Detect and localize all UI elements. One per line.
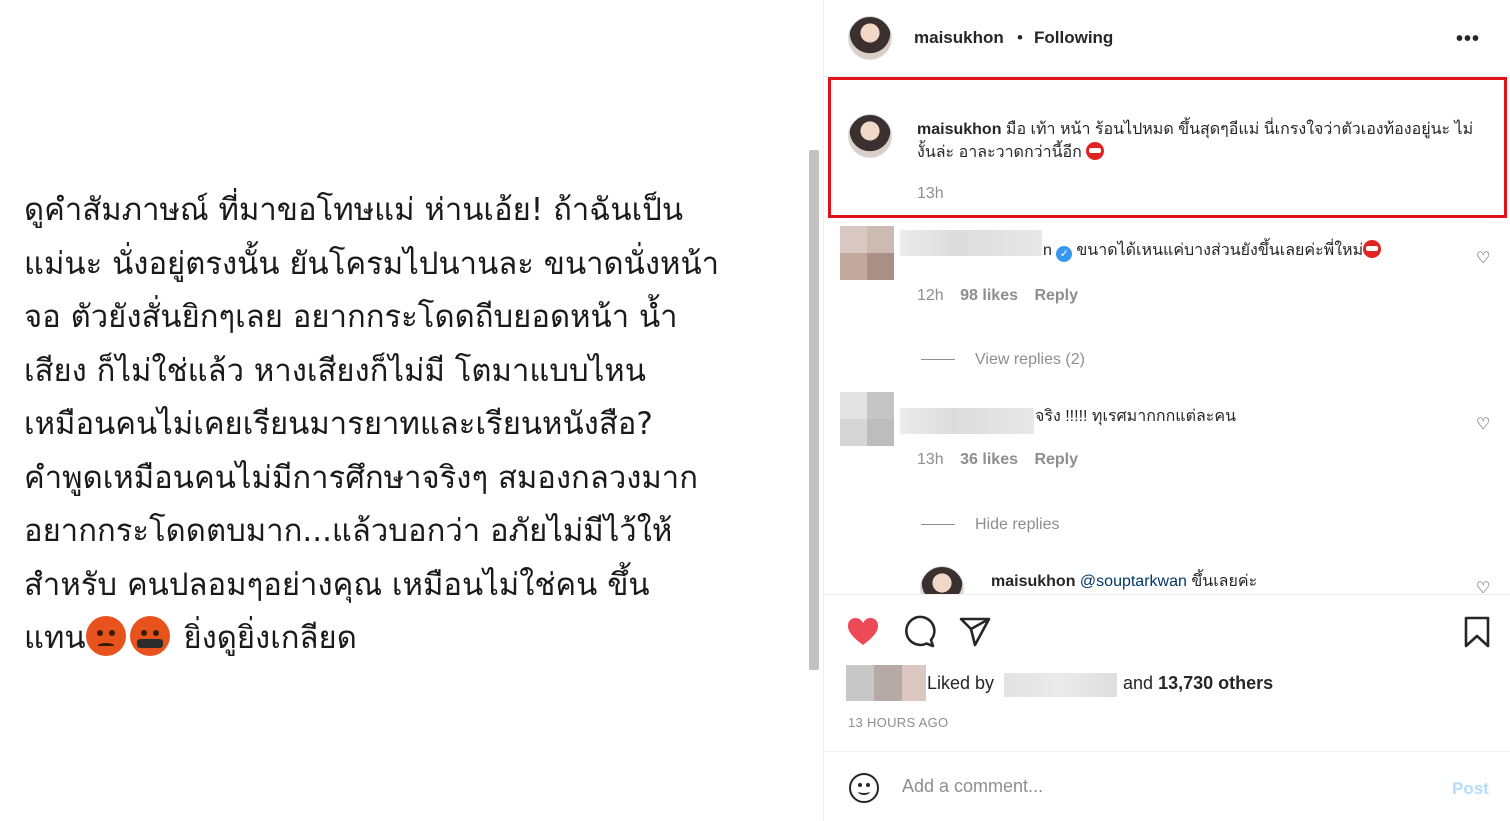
view-replies-label[interactable]: View replies (2) [975,351,1085,368]
comment-meta: 12h 98 likes Reply [917,287,1090,305]
emoji-picker-icon[interactable] [849,773,879,803]
comment-likes[interactable]: 98 likes [960,287,1018,304]
reply-body: ขึ้นเลยค่ะ [1186,573,1258,590]
reply-button[interactable]: Reply [1034,287,1078,304]
reply-button[interactable]: Reply [1034,451,1078,468]
following-button[interactable]: Following [1034,28,1113,48]
comment-avatar-blurred[interactable] [840,392,894,446]
reply-username[interactable]: maisukhon [991,573,1075,590]
add-comment-bar: Post [824,752,1510,821]
caption-body: มือ เท้า หน้า ร้อนไปหมด ขึ้นสุดๆอีแม่ นี… [917,121,1474,161]
view-replies-toggle[interactable]: View replies (2) [921,351,1085,369]
comment-body: จริง !!!!! ทุเรศมากกกแต่ละคน [1035,408,1236,425]
verified-badge-icon: ✓ [1056,246,1073,262]
post-sidebar: maisukhon • Following ••• maisukhon มือ … [823,0,1510,821]
liked-by-username-blurred[interactable] [1004,673,1117,697]
replies-dash [921,524,955,526]
likes-and: and [1123,673,1154,693]
comment-icon[interactable] [902,615,936,649]
post-text-line: เสียง ก็ไม่ใช่แล้ว หางเสียงก็ไม่มี โตมาแ… [24,352,646,389]
comment-time[interactable]: 13h [917,451,944,468]
post-actions: Liked by and 13,730 others 13 HOURS AGO [824,594,1510,752]
post-text-line: เหมือนคนไม่เคยเรียนมารยาทและเรียนหนังสือ… [24,406,653,442]
hide-replies-toggle[interactable]: Hide replies [921,516,1059,534]
comment-like-heart-icon[interactable]: ♡ [1476,248,1490,268]
post-text-line: อยากกระโดดตบมาก...แล้วบอกว่า อภัยไม่มีไว… [24,513,673,549]
post-text-line-last: แทน ยิ่งดูยิ่งเกลียด [24,612,799,666]
comment-username-blurred[interactable] [900,230,1042,256]
like-heart-icon[interactable] [846,615,880,649]
post-text-line: สำหรับ คนปลอมๆอย่างคุณ เหมือนไม่ใช่คน ขึ… [24,566,650,603]
post-text-line: แม่นะ นั่งอยู่ตรงนั้น ยันโครมไปนานละ ขนา… [24,245,720,282]
reply-item: maisukhon @souptarkwan ขึ้นเลยค่ะ ♡ [824,566,1510,594]
comment-time[interactable]: 12h [917,287,944,304]
save-bookmark-icon[interactable] [1460,615,1494,649]
post-timestamp: 13 HOURS AGO [848,715,949,730]
caption-time[interactable]: 13h [917,185,944,202]
steam-face-emoji [1086,142,1105,160]
comment-text: จริง !!!!! ทุเรศมากกกแต่ละคน [1035,405,1435,428]
post-image-text: ดูคำสัมภาษณ์ ที่มาขอโทษแม่ ห่านเอ้ย! ถ้า… [24,184,799,666]
reply-text: maisukhon @souptarkwan ขึ้นเลยค่ะ [991,570,1451,593]
author-avatar[interactable] [848,16,892,60]
likes-others[interactable]: 13,730 others [1158,673,1273,693]
hide-replies-label[interactable]: Hide replies [975,516,1059,533]
comment-text: n ✓ ขนาดได้เหนแค่บางส่วนยังขึ้นเลยค่ะพี่ใ… [1043,239,1443,262]
reply-avatar[interactable] [920,566,964,594]
last-line-suffix: ยิ่งดูยิ่งเกลียด [173,620,357,656]
comment-username-blurred[interactable] [900,408,1034,434]
comment-body: ขนาดได้เหนแค่บางส่วนยังขึ้นเลยค่ะพี่ใหม่ [1076,242,1364,259]
reply-mention[interactable]: @souptarkwan [1080,573,1187,590]
comment-meta: 13h 36 likes Reply [917,451,1090,469]
angry-face-emoji [85,616,126,656]
steam-face-emoji [1363,240,1382,258]
caption-text: maisukhon มือ เท้า หน้า ร้อนไปหมด ขึ้นสุ… [917,118,1487,164]
post-image: ดูคำสัมภาษณ์ ที่มาขอโทษแม่ ห่านเอ้ย! ถ้า… [0,0,823,821]
caption-avatar[interactable] [848,114,892,158]
comment-username-tail[interactable]: n [1043,242,1052,259]
comment-input[interactable] [902,776,1422,797]
caption-meta: 13h [917,185,956,203]
caption-username[interactable]: maisukhon [917,121,1001,138]
comment-like-heart-icon[interactable]: ♡ [1476,414,1490,434]
post-header: maisukhon • Following ••• [824,0,1510,77]
liked-by-label: Liked by [927,673,995,693]
likes-count[interactable]: and 13,730 others [1123,673,1273,694]
post-text-line: ดูคำสัมภาษณ์ ที่มาขอโทษแม่ ห่านเอ้ย! ถ้า… [24,192,684,228]
replies-dash [921,359,955,361]
reply-like-heart-icon[interactable]: ♡ [1476,578,1490,594]
last-line-prefix: แทน [24,620,86,656]
post-comment-button[interactable]: Post [1452,779,1489,799]
comment-avatar-blurred[interactable] [840,226,894,280]
cursing-face-emoji [129,616,170,656]
share-icon[interactable] [958,615,992,649]
image-scrollbar[interactable] [809,150,819,670]
author-username[interactable]: maisukhon [914,28,1004,48]
post-text-line: จอ ตัวยังสั่นยิกๆเลย อยากกระโดดถีบยอดหน้… [24,299,678,335]
separator-dot: • [1017,28,1023,47]
post-text-line: คำพูดเหมือนคนไม่มีการศึกษาจริงๆ สมองกลวง… [24,459,698,496]
more-options-icon[interactable]: ••• [1456,28,1480,51]
comment-likes[interactable]: 36 likes [960,451,1018,468]
